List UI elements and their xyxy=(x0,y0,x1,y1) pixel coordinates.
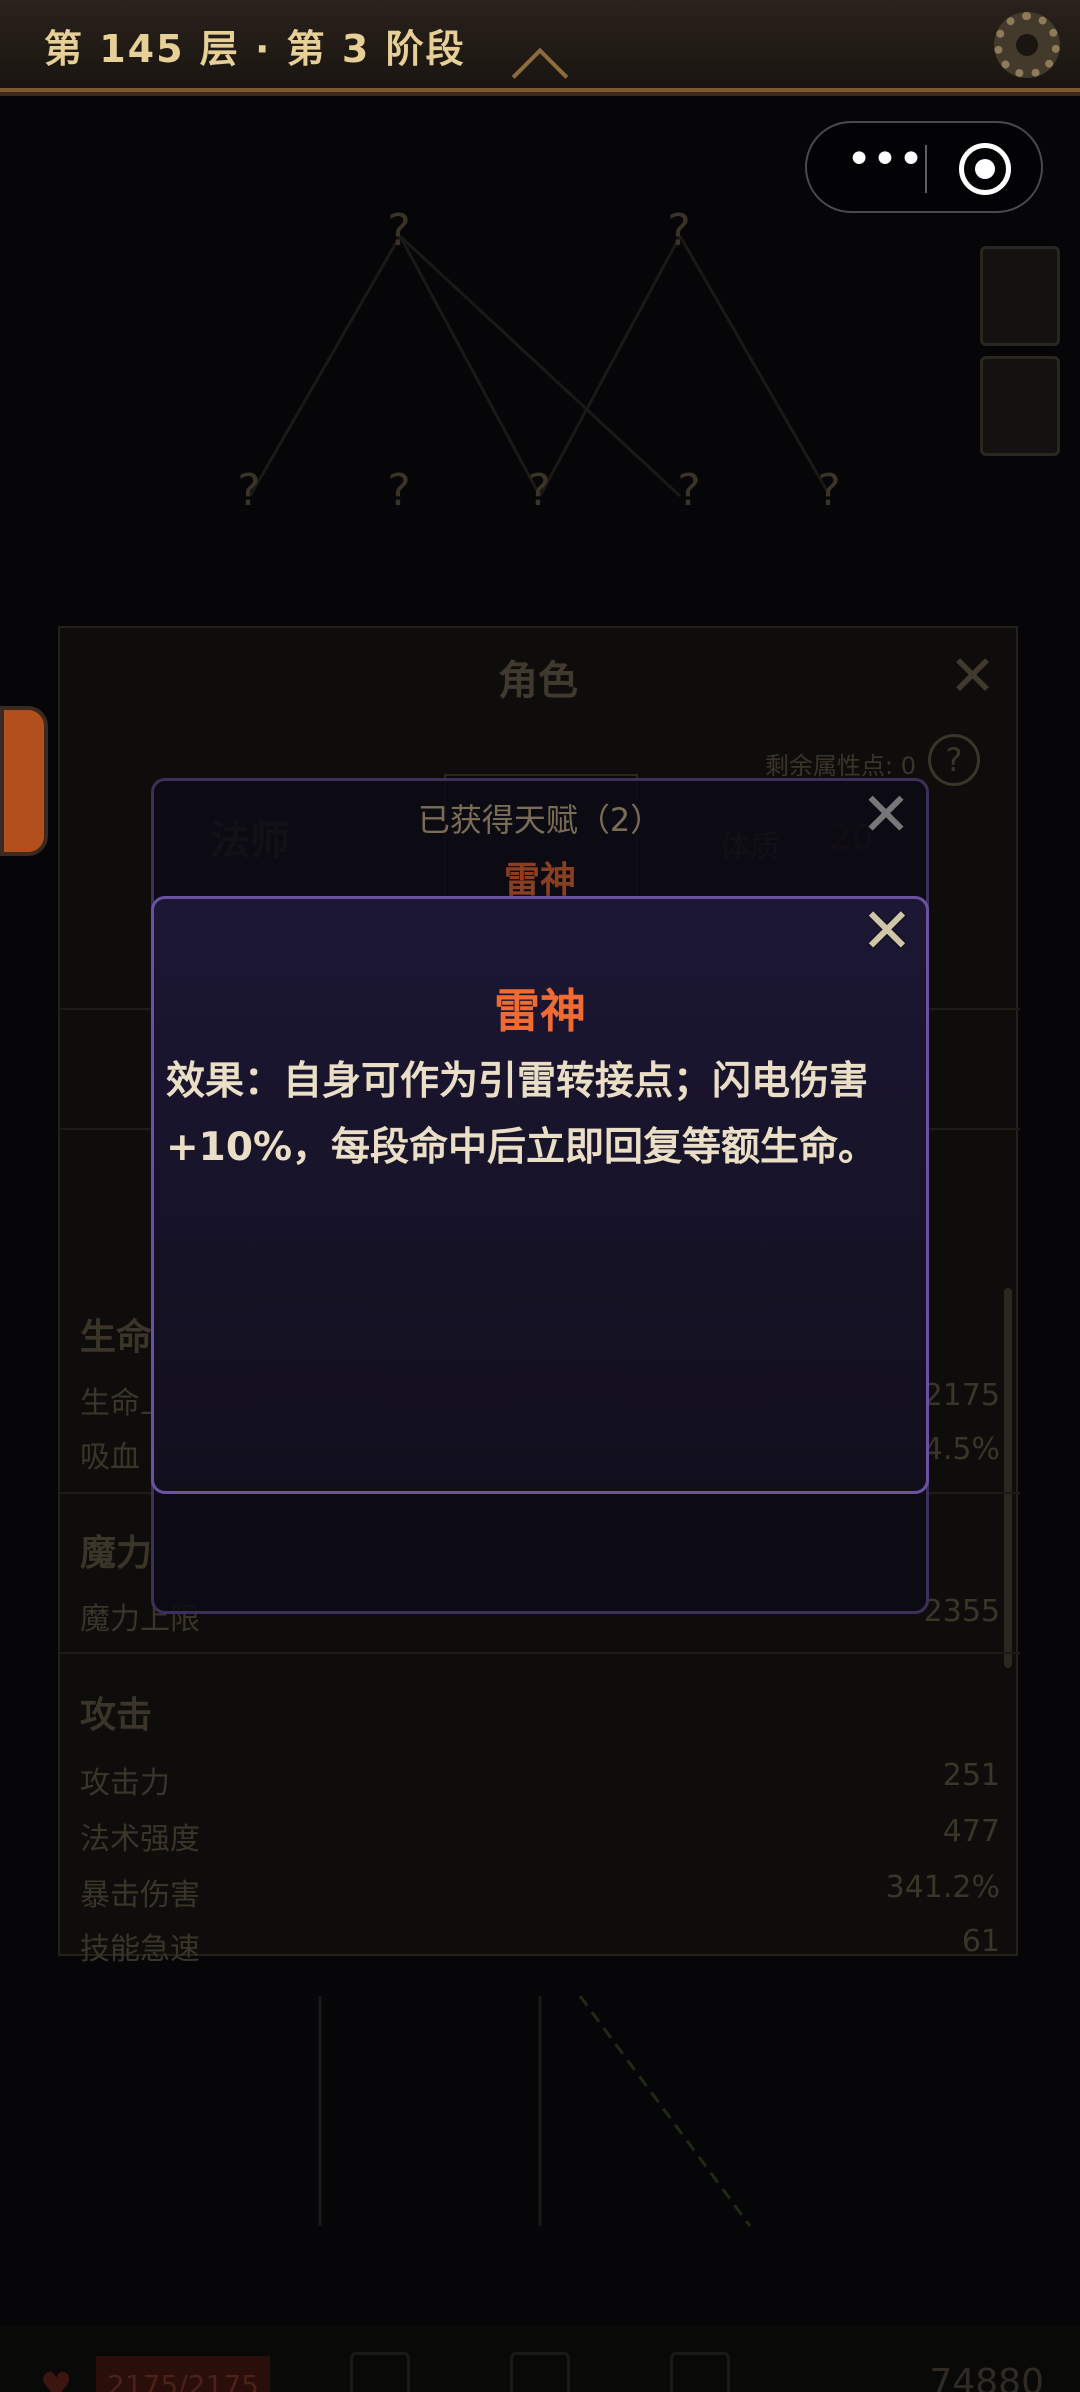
unknown-node-icon[interactable]: ? xyxy=(364,456,434,526)
hp-display: 2175/2175 xyxy=(96,2356,270,2392)
side-orange-tab[interactable] xyxy=(0,706,48,856)
remaining-points: 剩余属性点: 0 xyxy=(765,752,916,780)
heart-icon: ♥ xyxy=(40,2366,73,2392)
stat-name: 技能急速 xyxy=(80,1932,200,1967)
talent-name: 雷神 xyxy=(494,984,586,1038)
close-icon[interactable]: ✕ xyxy=(856,785,916,845)
stat-value: 61 xyxy=(961,1924,1000,1959)
bottom-bar: ♥ 2175/2175 74880 xyxy=(0,2326,1080,2392)
stat-name: 法术强度 xyxy=(80,1822,200,1857)
talent-description: 效果：自身可作为引雷转接点；闪电伤害+10%，每段命中后立即回复等额生命。 xyxy=(166,1059,878,1170)
stat-value: 2175 xyxy=(923,1378,1000,1413)
unknown-node-icon[interactable]: ? xyxy=(644,196,714,266)
coin-count: 74880 xyxy=(929,2362,1044,2392)
bottom-bar-button[interactable] xyxy=(350,2352,410,2392)
stat-row: 法术强度 477 xyxy=(80,1814,1000,1857)
divider xyxy=(60,1652,1020,1654)
settings-gear-icon[interactable] xyxy=(994,12,1060,78)
stat-name: 暴击伤害 xyxy=(80,1878,200,1913)
section-title-mana: 魔力 xyxy=(80,1533,153,1574)
stat-value: 477 xyxy=(942,1814,1000,1849)
stat-row: 暴击伤害 341.2% xyxy=(80,1870,1000,1913)
side-weapon-icon[interactable] xyxy=(980,356,1060,456)
close-icon[interactable]: ✕ xyxy=(856,900,918,962)
stat-name: 攻击力 xyxy=(80,1766,170,1801)
unknown-node-icon[interactable]: ? xyxy=(364,196,434,266)
stat-value: 251 xyxy=(942,1758,1000,1793)
stat-row: 攻击力 251 xyxy=(80,1758,1000,1801)
stat-value: 2355 xyxy=(923,1594,1000,1629)
stat-row: 技能急速 61 xyxy=(80,1924,1000,1967)
panel-scrollbar[interactable] xyxy=(1004,1288,1012,1668)
top-bar: 第 145 层 · 第 3 阶段 xyxy=(0,0,1080,105)
unknown-node-icon[interactable]: ? xyxy=(654,456,724,526)
section-title-attack: 攻击 xyxy=(80,1695,153,1736)
book-icon[interactable] xyxy=(670,2352,730,2392)
section-title-life: 生命 xyxy=(80,1317,153,1358)
talents-modal-title: 已获得天赋（2） xyxy=(417,801,663,839)
help-icon[interactable]: ? xyxy=(928,734,980,786)
panel-close-icon[interactable]: ✕ xyxy=(949,644,996,709)
panel-title: 角色 xyxy=(498,658,578,704)
side-orb-icon[interactable] xyxy=(980,246,1060,346)
stat-value: 4.5% xyxy=(923,1432,1000,1467)
floor-stage-title: 第 145 层 · 第 3 阶段 xyxy=(44,27,466,71)
bag-icon[interactable] xyxy=(510,2352,570,2392)
talent-detail-modal: ✕ 雷神 效果：自身可作为引雷转接点；闪电伤害+10%，每段命中后立即回复等额生… xyxy=(151,896,929,1494)
unknown-node-icon[interactable]: ? xyxy=(794,456,864,526)
stat-name: 吸血 xyxy=(80,1440,140,1475)
unknown-node-icon[interactable]: ? xyxy=(214,456,284,526)
stat-value: 341.2% xyxy=(885,1870,1000,1905)
unknown-node-icon[interactable]: ? xyxy=(504,456,574,526)
